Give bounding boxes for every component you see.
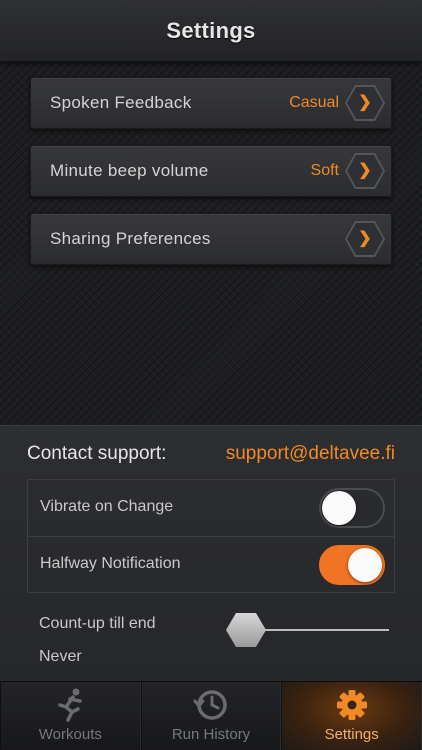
minute-beep-volume-label: Minute beep volume [50, 161, 209, 180]
countup-label: Count-up till end [39, 615, 156, 632]
chevron-right-icon[interactable]: ❯ [345, 221, 385, 257]
runner-icon [58, 688, 83, 722]
page-title: Settings [166, 17, 256, 43]
vibrate-on-change-row: Vibrate on Change [28, 480, 394, 536]
tab-workouts-label: Workouts [38, 726, 102, 743]
history-clock-icon [193, 690, 227, 720]
minute-beep-volume-row[interactable]: Minute beep volume Soft ❯ [30, 145, 392, 197]
tab-settings[interactable]: Settings [281, 682, 422, 750]
halfway-notification-label: Halfway Notification [40, 555, 181, 572]
contact-support-label: Contact support: [27, 443, 167, 464]
chevron-right-icon[interactable]: ❯ [345, 85, 385, 121]
sharing-preferences-row[interactable]: Sharing Preferences ❯ [30, 213, 392, 265]
spoken-feedback-label: Spoken Feedback [50, 93, 192, 112]
tab-run-history-label: Run History [171, 726, 251, 743]
chevron-right-icon[interactable]: ❯ [345, 153, 385, 189]
toggle-knob [348, 548, 382, 582]
countup-value: Never [39, 648, 82, 665]
halfway-notification-row: Halfway Notification [28, 536, 394, 592]
vibrate-on-change-toggle[interactable] [319, 488, 385, 528]
nav-header: Settings [0, 0, 422, 62]
tab-bar: Workouts Run History Settings [0, 681, 422, 750]
tab-settings-label: Settings [324, 726, 379, 743]
toggle-knob [322, 491, 356, 525]
toggle-group: Vibrate on Change Halfway Notification [27, 479, 395, 593]
halfway-notification-toggle[interactable] [319, 545, 385, 585]
tab-workouts[interactable]: Workouts [0, 682, 141, 750]
spoken-feedback-row[interactable]: Spoken Feedback Casual ❯ [30, 77, 392, 129]
tab-run-history[interactable]: Run History [140, 682, 282, 750]
vibrate-on-change-label: Vibrate on Change [40, 498, 174, 515]
gear-icon [336, 690, 367, 720]
minute-beep-volume-value: Soft [310, 162, 339, 179]
support-email-link[interactable]: support@deltavee.fi [226, 443, 395, 465]
spoken-feedback-value: Casual [289, 94, 339, 111]
sharing-preferences-label: Sharing Preferences [50, 229, 211, 248]
